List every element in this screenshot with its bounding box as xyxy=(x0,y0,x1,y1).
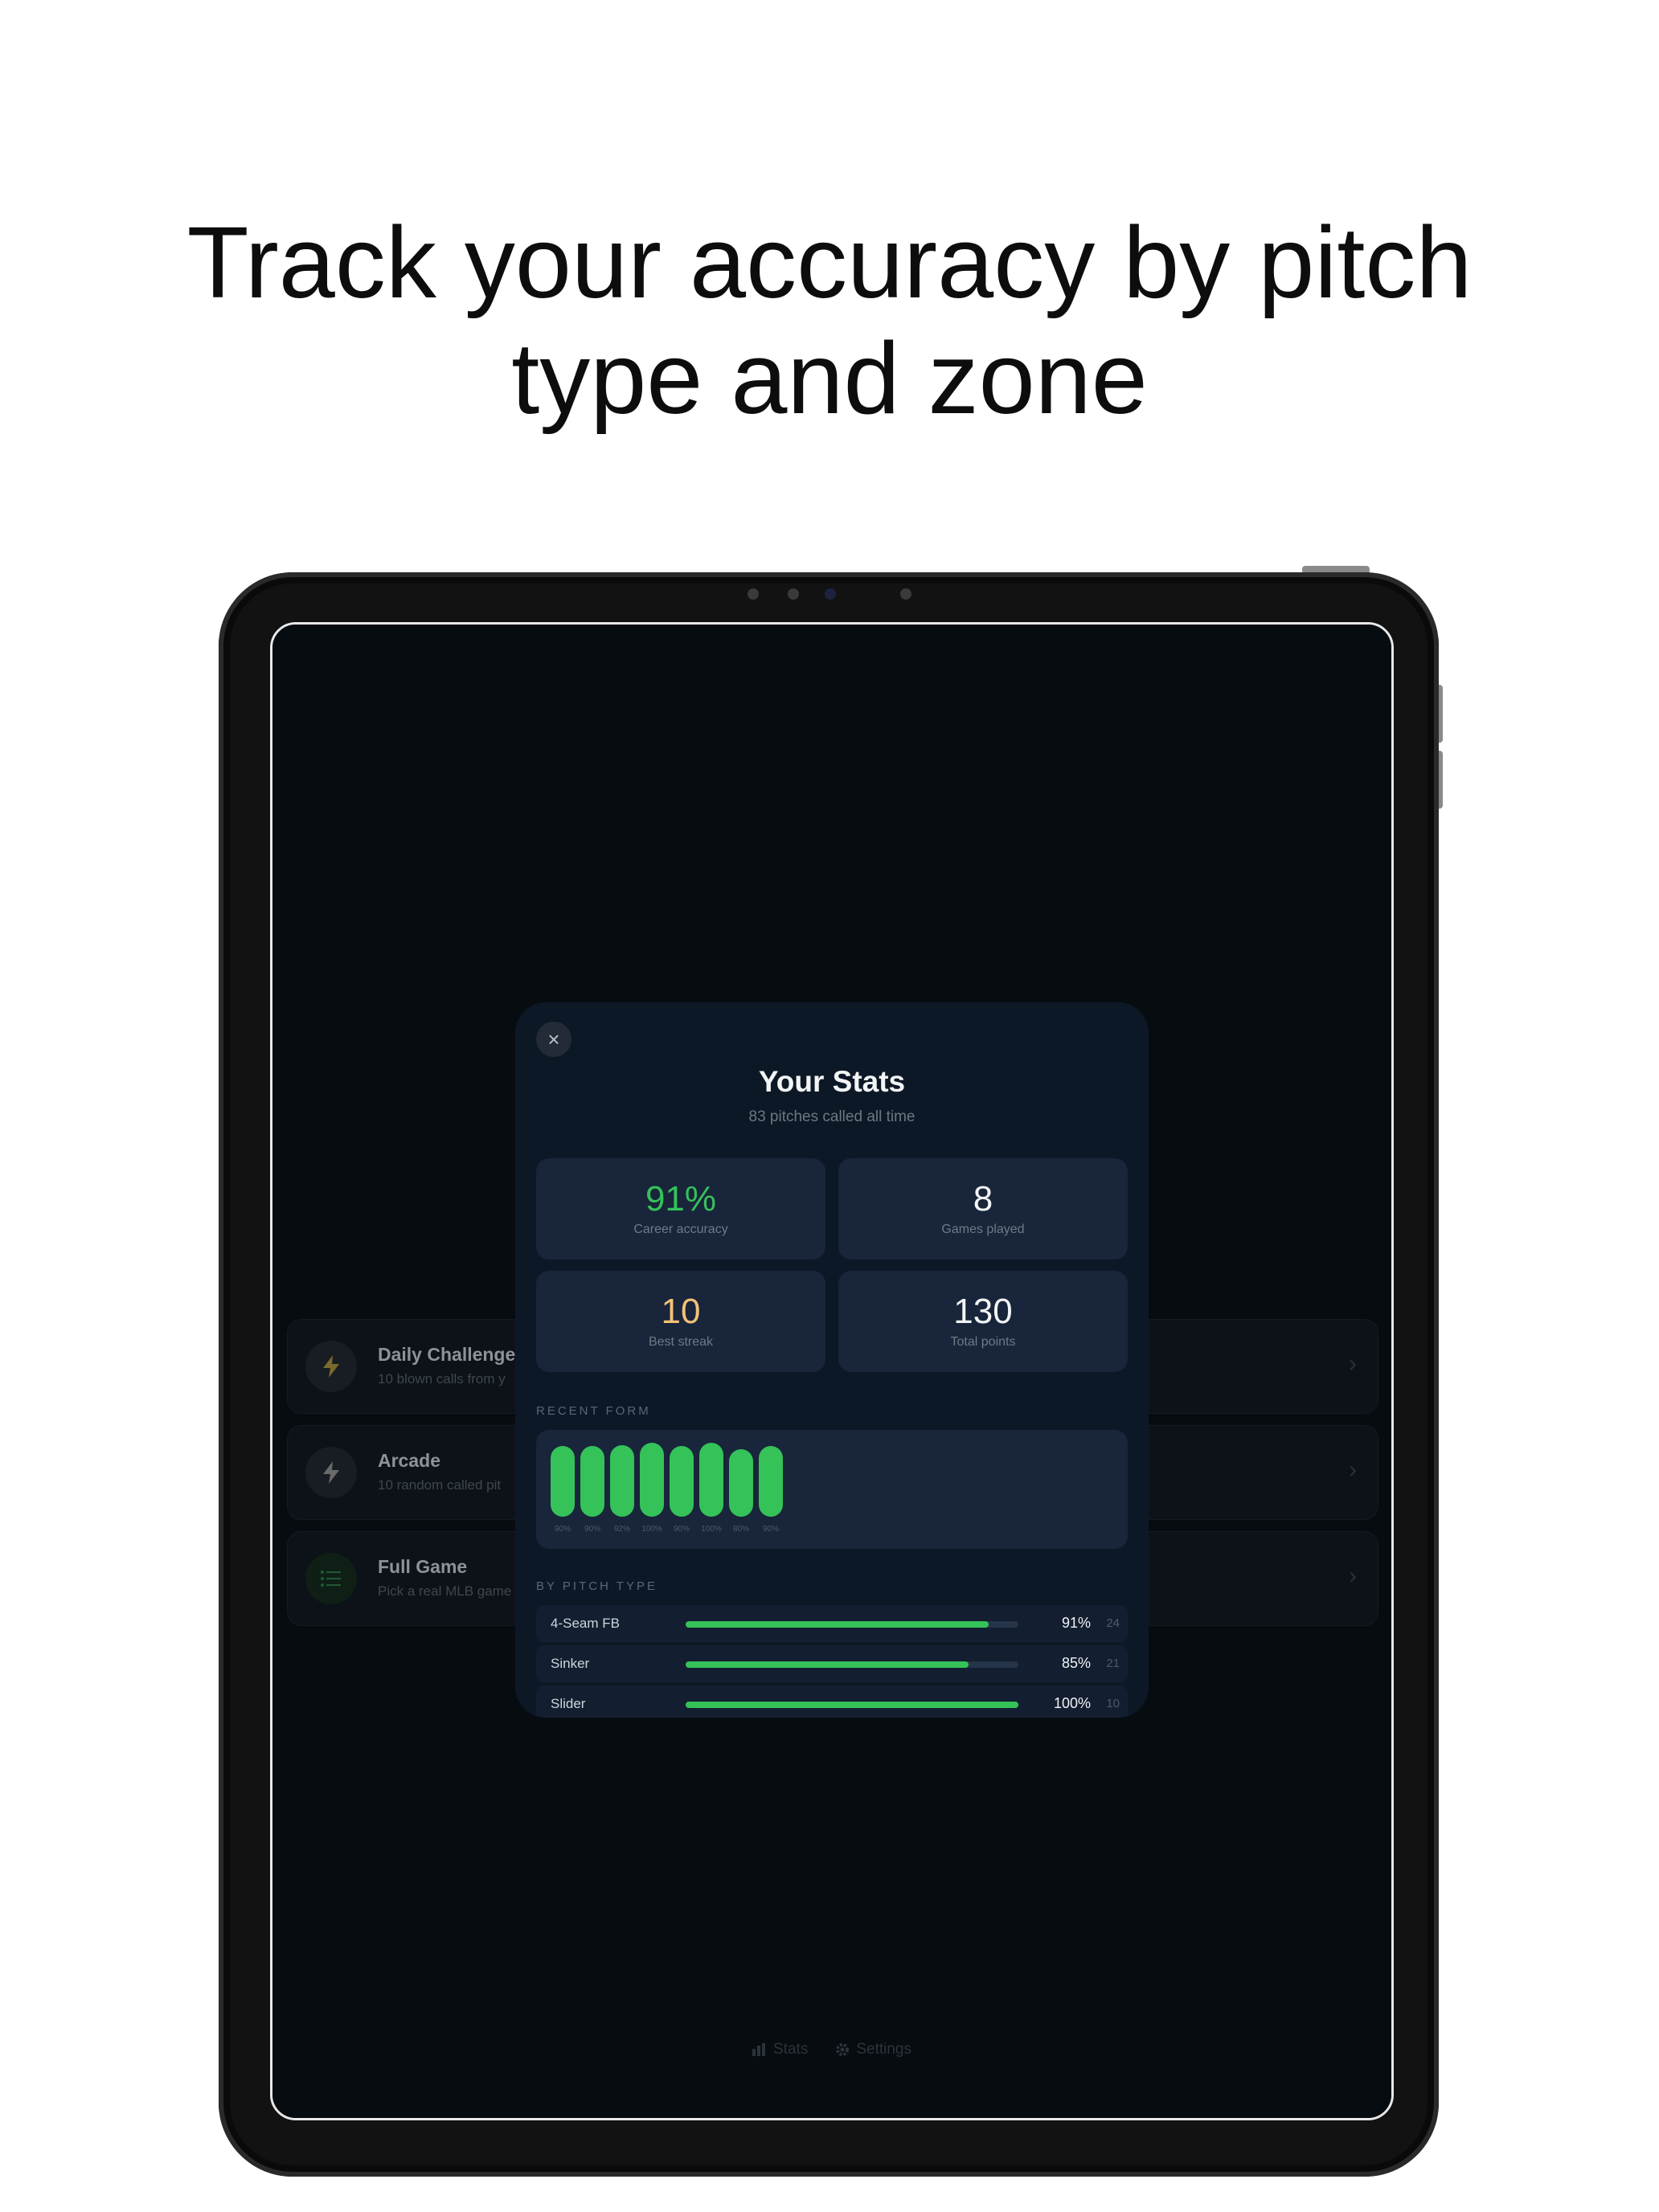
bolt-icon xyxy=(305,1447,357,1498)
stat-label: Career accuracy xyxy=(633,1223,728,1236)
menu-subtitle: Pick a real MLB game xyxy=(378,1583,512,1599)
list-icon xyxy=(305,1553,357,1604)
bar-chart-icon xyxy=(752,2043,766,2056)
recent-form-bar-label: 90% xyxy=(762,1525,779,1534)
modal-title: Your Stats xyxy=(758,1065,906,1098)
stat-card-best-streak: 10 Best streak xyxy=(536,1271,825,1372)
pitch-name: Sinker xyxy=(551,1656,590,1671)
recent-form-bar-label: 100% xyxy=(701,1525,722,1534)
stat-value: 10 xyxy=(661,1292,701,1331)
pitch-count: 21 xyxy=(1106,1657,1120,1670)
menu-title: Arcade xyxy=(378,1450,440,1471)
pitch-name: 4-Seam FB xyxy=(551,1616,620,1631)
sensor-dot xyxy=(748,588,759,600)
pitch-accuracy-fill xyxy=(686,1702,1018,1708)
bolt-icon xyxy=(305,1341,357,1392)
close-button[interactable]: × xyxy=(536,1022,571,1057)
modal-subtitle: 83 pitches called all time xyxy=(748,1108,916,1125)
recent-form-bar xyxy=(699,1443,723,1517)
recent-form-chart: 90% 90% 92% 100% 90% 100% 80% 90% xyxy=(536,1430,1128,1549)
stat-card-total-points: 130 Total points xyxy=(838,1271,1128,1372)
recent-form-bar xyxy=(551,1446,575,1517)
recent-form-bar-label: 90% xyxy=(584,1525,600,1534)
headline-line-2: type and zone xyxy=(511,322,1148,435)
app-screen: Daily Challenge 10 blown calls from y › … xyxy=(272,625,1391,2118)
recent-form-bar xyxy=(670,1446,694,1517)
chevron-right-icon: › xyxy=(1349,1456,1357,1483)
camera-bar xyxy=(748,585,911,603)
stat-card-career-accuracy: 91% Career accuracy xyxy=(536,1158,825,1260)
pitch-accuracy-track xyxy=(686,1661,1018,1668)
gear-icon xyxy=(836,2043,850,2056)
pitch-row: 4-Seam FB 91% 24 xyxy=(536,1605,1128,1642)
menu-title: Daily Challenge xyxy=(378,1344,516,1365)
recent-form-bar xyxy=(580,1446,604,1517)
stat-label: Games played xyxy=(941,1223,1025,1236)
tab-stats-label: Stats xyxy=(773,2041,809,2058)
headline-line-1: Track your accuracy by pitch xyxy=(186,206,1473,319)
close-icon: × xyxy=(547,1026,560,1051)
recent-form-bar-label: 90% xyxy=(673,1525,690,1534)
stat-value: 130 xyxy=(953,1292,1013,1331)
recent-form-bar-label: 92% xyxy=(613,1525,630,1534)
device-screen: Daily Challenge 10 blown calls from y › … xyxy=(270,622,1394,2120)
pitch-accuracy-value: 91% xyxy=(1061,1615,1091,1631)
tab-stats[interactable]: Stats xyxy=(752,2041,808,2058)
pitch-count: 24 xyxy=(1106,1616,1120,1630)
camera-lens-icon xyxy=(825,588,836,600)
chevron-right-icon: › xyxy=(1349,1350,1357,1377)
stat-card-games-played: 8 Games played xyxy=(838,1158,1128,1260)
pitch-row: Sinker 85% 21 xyxy=(536,1645,1128,1682)
pitch-accuracy-track xyxy=(686,1702,1018,1708)
pitch-row: Slider 100% 10 xyxy=(536,1686,1128,1718)
chevron-right-icon: › xyxy=(1349,1563,1357,1589)
pitch-count: 10 xyxy=(1106,1697,1120,1710)
tab-bar: Stats Settings xyxy=(272,2041,1391,2058)
recent-form-heading: RECENT FORM xyxy=(536,1404,651,1418)
tab-settings[interactable]: Settings xyxy=(835,2041,911,2058)
sensor-dot xyxy=(900,588,911,600)
pitch-accuracy-fill xyxy=(686,1621,989,1628)
recent-form-bar xyxy=(729,1449,753,1517)
pitch-accuracy-value: 100% xyxy=(1053,1695,1091,1711)
recent-form-bar-label: 80% xyxy=(732,1525,749,1534)
menu-subtitle: 10 blown calls from y xyxy=(378,1371,506,1387)
pitch-accuracy-value: 85% xyxy=(1061,1655,1091,1671)
stats-modal: × Your Stats 83 pitches called all time … xyxy=(515,1002,1149,1718)
pitch-accuracy-track xyxy=(686,1621,1018,1628)
recent-form-bar xyxy=(759,1446,783,1517)
menu-subtitle: 10 random called pit xyxy=(378,1477,502,1493)
recent-form-bar-label: 100% xyxy=(641,1525,662,1534)
stat-value: 91% xyxy=(645,1179,717,1219)
pitch-name: Slider xyxy=(551,1696,586,1711)
stat-label: Best streak xyxy=(648,1335,714,1349)
by-pitch-type-heading: BY PITCH TYPE xyxy=(536,1579,657,1593)
stat-label: Total points xyxy=(950,1335,1016,1349)
recent-form-bar xyxy=(610,1445,634,1517)
recent-form-bar xyxy=(640,1443,664,1517)
tab-settings-label: Settings xyxy=(856,2041,911,2058)
sensor-dot xyxy=(788,588,799,600)
recent-form-bar-label: 90% xyxy=(554,1525,571,1534)
stat-value: 8 xyxy=(973,1179,993,1219)
headline: Track your accuracy by pitch type and zo… xyxy=(0,205,1659,436)
menu-title: Full Game xyxy=(378,1556,468,1577)
pitch-accuracy-fill xyxy=(686,1661,969,1668)
